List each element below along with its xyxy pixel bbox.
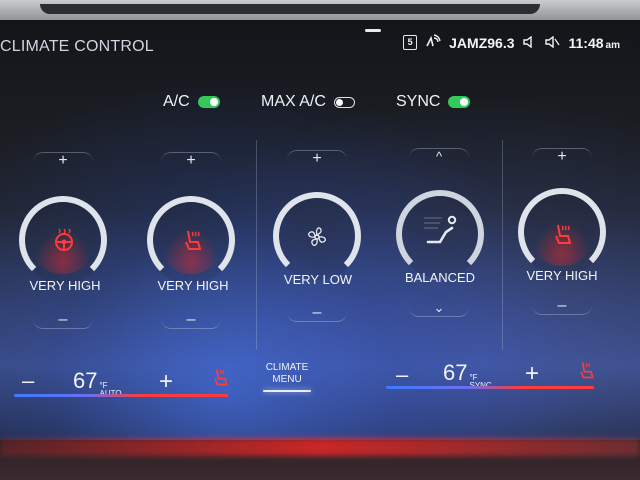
driver-seat-heat-decrease-button[interactable]: –	[161, 312, 221, 329]
ac-toggle[interactable]: A/C	[163, 93, 220, 111]
passenger-seat-heat-increase-button[interactable]: +	[532, 148, 592, 165]
ac-switch[interactable]	[197, 96, 220, 108]
drag-handle[interactable]	[365, 29, 381, 32]
clock-suffix: am	[605, 39, 620, 51]
heated-seat-quick-icon[interactable]	[210, 367, 230, 392]
radio-icon	[425, 34, 441, 51]
heated-seat-icon	[550, 222, 574, 251]
driver-temp-control: –	[22, 368, 34, 394]
clock-time: 11:48	[568, 34, 604, 51]
driver-temp-decrease-button[interactable]: –	[22, 368, 34, 394]
page-title: CLIMATE CONTROL	[0, 38, 154, 55]
wheel-heat-decrease-button[interactable]: –	[33, 312, 93, 329]
top-bezel	[0, 0, 640, 22]
sync-toggle[interactable]: SYNC	[396, 93, 471, 111]
driver-temp-plus-wrap: +	[159, 368, 173, 396]
passenger-temp-minus-wrap: –	[396, 362, 408, 388]
clock: 11:48 am	[569, 35, 621, 51]
passenger-temp-value: 67	[443, 360, 468, 385]
seat-airflow-icon	[420, 210, 462, 257]
airflow-mode-level: BALANCED	[404, 270, 476, 285]
passenger-seat-heat-decrease-button[interactable]: –	[532, 298, 592, 315]
bottom-bezel	[0, 440, 640, 480]
radio-station[interactable]: JAMZ96.3	[449, 35, 514, 51]
driver-seat-heat-increase-button[interactable]: +	[161, 152, 221, 169]
divider	[502, 140, 503, 350]
fan-icon	[304, 224, 330, 255]
ac-label: A/C	[163, 93, 190, 110]
volume-icon[interactable]	[522, 35, 537, 51]
airflow-down-button[interactable]: ⌄	[409, 300, 469, 317]
wheel-heat-increase-button[interactable]: +	[33, 152, 93, 169]
sync-label: SYNC	[396, 93, 441, 110]
fan-increase-button[interactable]: +	[287, 150, 347, 167]
driver-seat-heat-level: VERY HIGH	[157, 278, 229, 293]
sync-switch[interactable]	[448, 96, 471, 108]
passenger-heated-seat-quick-icon[interactable]	[576, 360, 596, 385]
notification-badge[interactable]: 5	[403, 35, 418, 50]
climate-menu-line2: MENU	[272, 374, 302, 385]
passenger-temp-bar	[386, 386, 594, 389]
wheel-heat-level: VERY HIGH	[29, 278, 101, 293]
driver-temp-increase-button[interactable]: +	[159, 368, 173, 396]
fan-decrease-button[interactable]: –	[287, 305, 347, 322]
driver-temp-value: 67	[73, 368, 98, 393]
fan-speed-level: VERY LOW	[283, 272, 353, 287]
passenger-temp-decrease-button[interactable]: –	[396, 362, 408, 388]
heated-seat-icon	[180, 228, 204, 257]
driver-temp-bar	[14, 394, 228, 397]
passenger-temp-increase-button[interactable]: +	[525, 360, 539, 388]
heated-steering-wheel-icon	[52, 228, 76, 257]
phone-audio-icon	[544, 35, 561, 51]
passenger-temp-plus-wrap: +	[525, 360, 539, 388]
climate-menu-line1: CLIMATE	[265, 362, 309, 373]
passenger-seat-heat-level: VERY HIGH	[526, 268, 598, 283]
status-bar: 5 JAMZ96.3 11:48 am	[403, 34, 620, 51]
max-ac-switch[interactable]	[333, 96, 355, 108]
divider	[256, 140, 257, 350]
max-ac-toggle[interactable]: MAX A/C	[261, 93, 355, 111]
airflow-up-button[interactable]: ^	[409, 148, 469, 165]
max-ac-label: MAX A/C	[261, 93, 326, 110]
climate-menu-button[interactable]: CLIMATE MENU	[257, 362, 317, 392]
